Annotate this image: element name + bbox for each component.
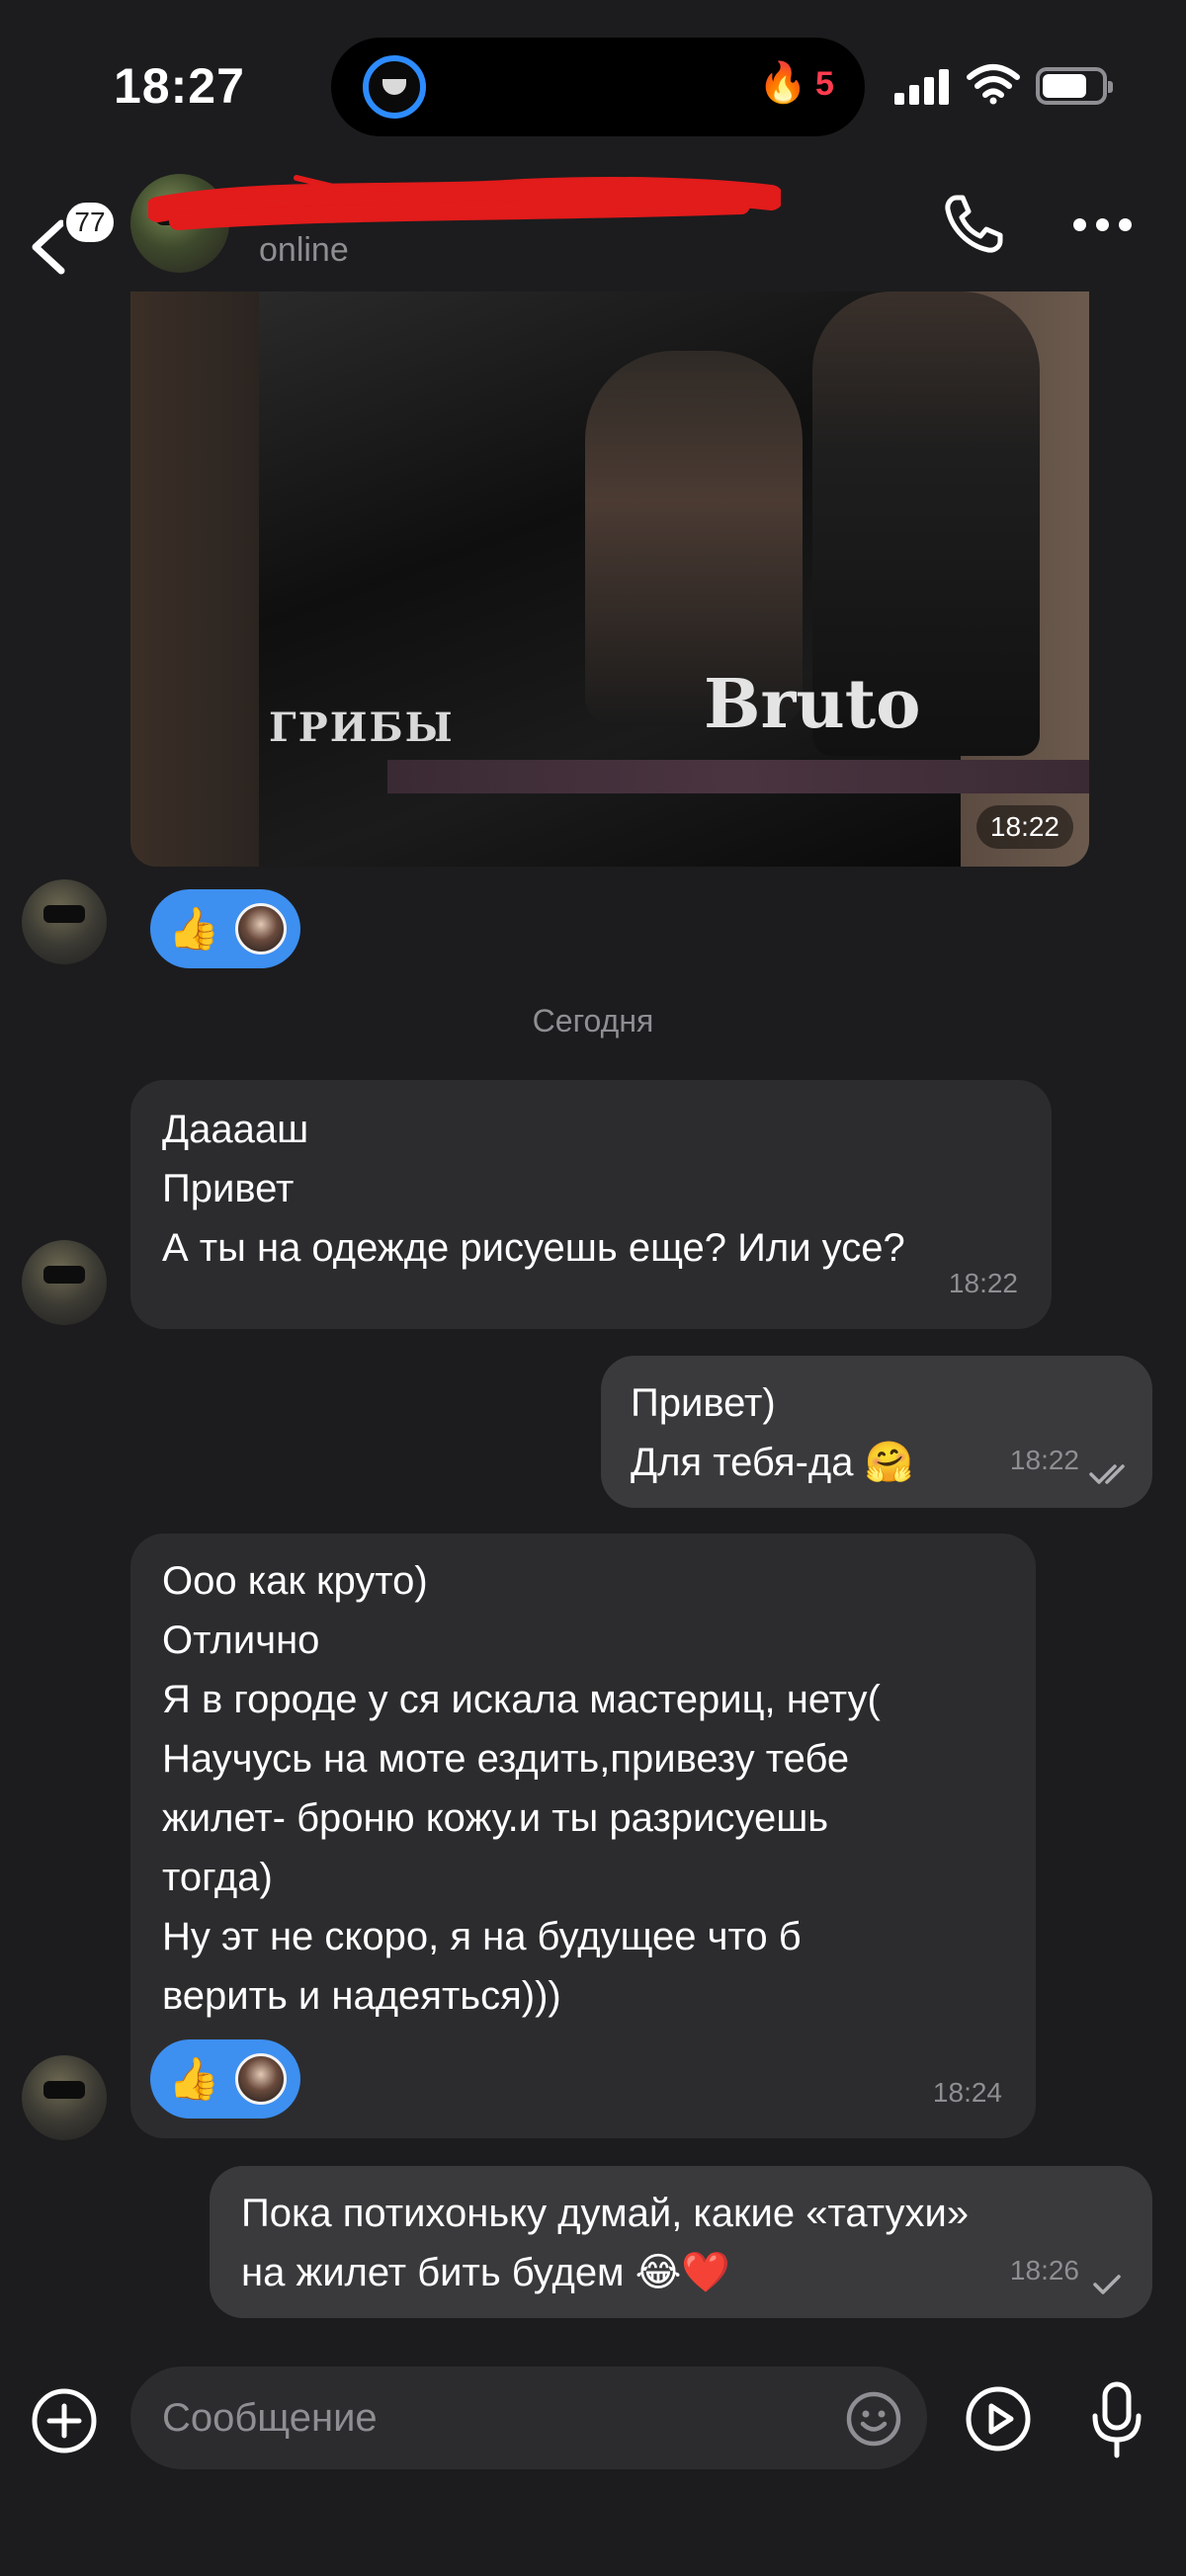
read-double-check-icon [1089,1464,1125,1484]
flame-icon: 🔥 [758,61,807,105]
photo-label-text: ГРИБЫ [269,705,455,751]
sent-check-icon [1093,2275,1121,2294]
app-activity-icon [363,55,426,119]
message-bubble-outgoing[interactable]: Привет) Для тебя-да 🤗 18:22 [601,1356,1152,1508]
video-message-icon[interactable] [964,2384,1033,2453]
back-button[interactable]: 77 [22,188,117,277]
status-time: 18:27 [114,58,245,114]
message-time: 18:22 [1009,1445,1079,1475]
message-input[interactable] [130,2367,927,2469]
dynamic-island[interactable]: 🔥 5 [331,38,865,136]
message-time: 18:24 [932,2077,1002,2108]
chat-header: 77 online [0,158,1186,291]
date-separator: Сегодня [532,1003,654,1039]
attach-plus-icon[interactable] [30,2386,99,2455]
message-text: Пока потихоньку думай, какие «татухи» на… [241,2192,970,2294]
message-bubble-outgoing[interactable]: Пока потихоньку думай, какие «татухи» на… [210,2166,1152,2318]
wifi-icon [967,64,1020,105]
contact-status: online [259,231,349,269]
message-composer [0,2347,1186,2576]
sender-avatar[interactable] [22,1240,107,1325]
message-bubble-incoming[interactable]: Дааааш Привет А ты на одежде рисуешь еще… [130,1080,1052,1329]
reactor-avatar [235,2053,287,2105]
battery-icon [1036,67,1113,105]
photo-message[interactable]: ГРИБЫ Bruto 18:22 [130,291,1089,867]
streak-count: 5 [815,65,834,103]
sender-avatar[interactable] [22,879,107,964]
reaction-emoji: 👍 [168,905,220,952]
photo-brand-text: Bruto [704,665,921,744]
reactor-avatar [235,903,287,955]
contact-name-redacted [148,175,781,230]
reaction-pill[interactable]: 👍 [150,889,300,968]
phone-icon[interactable] [939,190,1008,259]
message-list[interactable]: ГРИБЫ Bruto 18:22 👍 Сегодня Дааааш Приве… [0,291,1186,2347]
reaction-pill[interactable]: 👍 [150,2039,300,2119]
photo-chips-bag [259,291,1089,867]
message-time: 18:26 [1009,2255,1079,2285]
signal-icon [894,69,950,105]
message-text: Ооо как круто) Отлично Я в городе у ся и… [162,1559,881,2018]
photo-bag-strip [387,760,1089,793]
emoji-icon[interactable] [845,2390,902,2448]
more-icon[interactable] [1067,203,1137,242]
microphone-icon[interactable] [1087,2380,1146,2459]
message-text: Дааааш Привет А ты на одежде рисуешь еще… [162,1108,905,1270]
sender-avatar[interactable] [22,2055,107,2140]
message-time: 18:22 [975,805,1073,849]
status-bar: 18:27 🔥 5 [0,0,1186,158]
reaction-emoji: 👍 [168,2055,220,2102]
message-bubble-incoming[interactable]: Ооо как круто) Отлично Я в городе у ся и… [130,1534,1036,2138]
unread-count-badge: 77 [63,200,117,245]
message-time: 18:22 [948,1268,1018,1298]
